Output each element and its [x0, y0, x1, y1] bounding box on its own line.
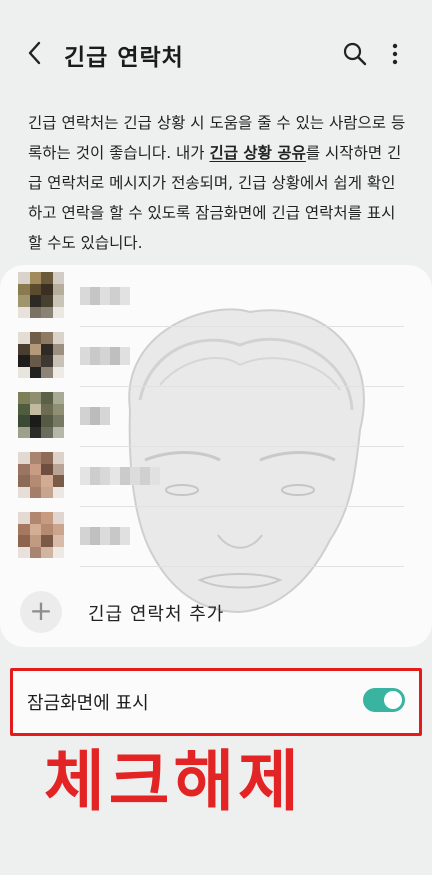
add-contact-button[interactable]: + 긴급 연락처 추가: [0, 583, 432, 639]
show-on-lockscreen-toggle[interactable]: [363, 688, 405, 712]
contact-avatar: [18, 392, 64, 438]
contact-row[interactable]: [0, 267, 432, 327]
back-arrow-icon: [28, 41, 41, 65]
plus-icon: +: [20, 591, 62, 633]
add-contact-label: 긴급 연락처 추가: [88, 604, 225, 625]
contact-name-blurred: [80, 407, 110, 425]
more-vert-icon: [392, 43, 398, 65]
divider: [80, 566, 404, 567]
back-button[interactable]: [22, 38, 50, 68]
more-options-button[interactable]: [385, 40, 405, 68]
contact-row[interactable]: [0, 387, 432, 447]
contact-row[interactable]: [0, 447, 432, 507]
contact-name-blurred: [80, 347, 130, 365]
show-on-lockscreen-label: 잠금화면에 표시: [27, 693, 149, 714]
contact-avatar: [18, 332, 64, 378]
contact-avatar: [18, 452, 64, 498]
description-text: 긴급 연락처는 긴급 상황 시 도움을 줄 수 있는 사람으로 등록하는 것이 …: [28, 108, 408, 258]
annotation-uncheck: 체크해제: [44, 743, 303, 820]
search-button[interactable]: [342, 41, 368, 67]
toggle-knob: [384, 691, 402, 709]
contact-avatar: [18, 272, 64, 318]
contact-name-blurred: [80, 467, 160, 485]
search-icon: [343, 42, 367, 66]
page-title: 긴급 연락처: [64, 45, 184, 71]
contact-name-blurred: [80, 287, 130, 305]
contact-row[interactable]: [0, 327, 432, 387]
show-on-lockscreen-row[interactable]: 잠금화면에 표시: [10, 668, 422, 736]
contacts-card: + 긴급 연락처 추가: [0, 265, 432, 647]
contact-row[interactable]: [0, 507, 432, 567]
contact-name-blurred: [80, 527, 130, 545]
app-bar: 긴급 연락처: [0, 0, 432, 108]
contact-avatar: [18, 512, 64, 558]
share-emergency-link[interactable]: 긴급 상황 공유: [210, 144, 306, 162]
